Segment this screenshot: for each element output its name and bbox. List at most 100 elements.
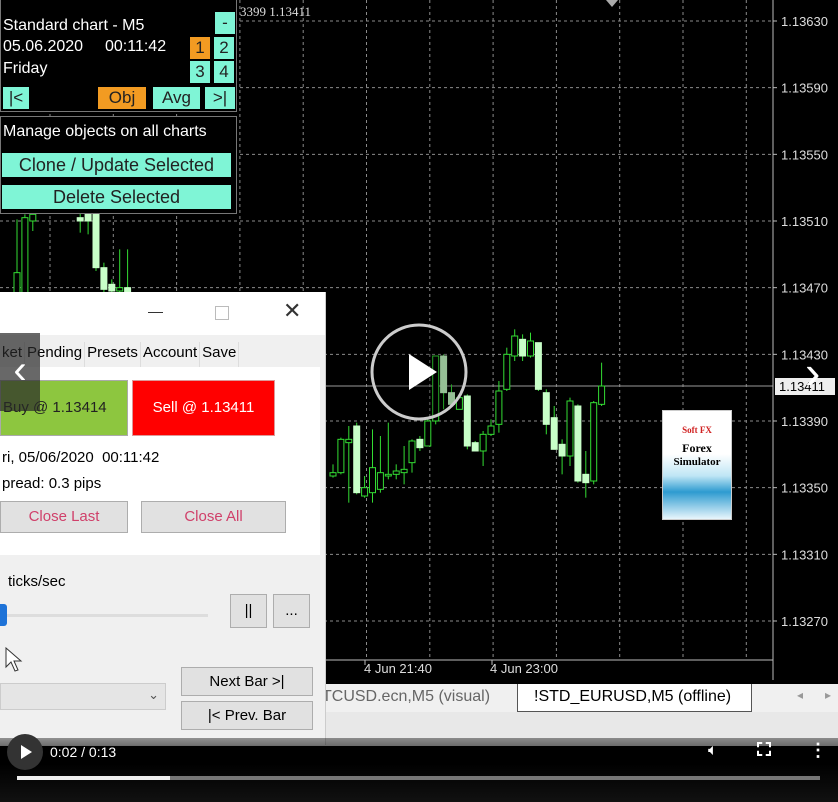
video-progress-played — [17, 776, 170, 780]
price-label: 1.13270 — [781, 614, 828, 629]
candle-body — [108, 283, 116, 292]
price-label: 1.13510 — [781, 214, 828, 229]
candle-body — [590, 402, 598, 482]
candle-body — [495, 390, 503, 425]
candle-body — [424, 420, 432, 447]
scroll-right-icon[interactable]: ▸ — [825, 688, 831, 702]
next-bar-button[interactable]: Next Bar >| — [181, 667, 313, 696]
first-bar-button[interactable]: |< — [3, 87, 29, 109]
tab-btcusd[interactable]: TCUSD.ecn,M5 (visual) — [322, 688, 490, 706]
chevron-down-icon: ⌄ — [148, 687, 159, 702]
chart-title: Standard chart - M5 — [3, 17, 145, 34]
objects-heading: Manage objects on all charts — [3, 123, 207, 140]
candle-body — [416, 438, 424, 449]
time-label: 4 Jun 21:40 — [364, 661, 432, 676]
video-time: 0:02 / 0:13 — [50, 744, 117, 760]
video-play-button[interactable] — [7, 734, 43, 770]
more-options-icon[interactable]: ⋮ — [809, 740, 827, 761]
candle-body — [511, 335, 519, 357]
prev-bar-button[interactable]: |< Prev. Bar — [181, 701, 313, 730]
candle-body — [550, 417, 558, 450]
close-icon[interactable]: ✕ — [283, 298, 301, 324]
tab-save[interactable]: Save — [200, 342, 240, 368]
candle-body — [582, 473, 590, 484]
day-text: Friday — [3, 60, 48, 77]
time-label: 4 Jun 23:00 — [490, 661, 558, 676]
spread-text: pread: 0.3 pips — [2, 475, 102, 492]
candle-body — [376, 472, 384, 490]
price-label: 1.13390 — [781, 414, 828, 429]
tab-presets[interactable]: Presets — [85, 342, 141, 368]
average-button[interactable]: Avg — [153, 87, 200, 109]
delete-selected-button[interactable]: Delete Selected — [2, 185, 231, 209]
chart-2-button[interactable]: 2 — [214, 37, 234, 59]
candle-body — [29, 213, 37, 222]
candle-body — [361, 487, 369, 497]
price-label: 1.13630 — [781, 14, 828, 29]
candle-body — [392, 470, 400, 475]
video-progress-bar[interactable] — [17, 776, 820, 780]
clone-update-button[interactable]: Clone / Update Selected — [2, 153, 231, 177]
candle-body — [84, 213, 92, 222]
dropdown-select[interactable]: ⌄ — [0, 683, 166, 710]
time-text: 00:11:42 — [105, 38, 167, 55]
fullscreen-icon[interactable] — [757, 742, 771, 756]
next-slide-button[interactable]: › — [805, 345, 820, 399]
tab-account[interactable]: Account — [140, 342, 201, 368]
info-panel: Standard chart - M5 05.06.2020 00:11:42 … — [0, 0, 237, 112]
market-panel: Buy @ 1.13414 Sell @ 1.13411 ri, 05/06/2… — [0, 367, 320, 555]
candle-body — [542, 392, 550, 425]
candle-body — [329, 472, 337, 477]
candle-body — [408, 440, 416, 464]
minimize-icon[interactable] — [148, 312, 163, 313]
last-bar-button[interactable]: >| — [205, 87, 235, 109]
logo-line2: Simulator — [673, 456, 721, 468]
sell-button[interactable]: Sell @ 1.13411 — [132, 380, 275, 436]
mouse-cursor-icon — [5, 647, 23, 672]
candle-body — [527, 340, 534, 357]
candle-body — [566, 400, 574, 457]
candle-body — [487, 425, 495, 435]
price-label: 1.13310 — [781, 547, 828, 562]
candle-body — [534, 342, 542, 390]
candle-body — [92, 212, 100, 269]
play-overlay-button[interactable] — [369, 322, 469, 422]
speed-slider[interactable] — [0, 604, 208, 626]
candle-body — [337, 438, 345, 474]
candle-body — [353, 425, 361, 494]
chart-3-button[interactable]: 3 — [190, 61, 210, 83]
volume-icon[interactable]: 🔈︎ — [708, 742, 718, 760]
candle-body — [76, 217, 84, 222]
candle-body — [345, 438, 353, 444]
previous-slide-button[interactable]: ‹ — [0, 333, 40, 411]
logo-line1: Forex — [682, 441, 712, 455]
price-label: 1.13590 — [781, 81, 828, 96]
pause-button[interactable]: || — [230, 594, 267, 628]
forex-simulator-logo: Soft FX Forex Simulator — [662, 410, 732, 520]
tab-eurusd-active[interactable]: !STD_EURUSD,M5 (offline) — [517, 684, 752, 712]
price-label: 1.13550 — [781, 147, 828, 162]
close-all-button[interactable]: Close All — [141, 501, 286, 533]
candle-body — [21, 217, 29, 294]
more-button[interactable]: ... — [273, 594, 310, 628]
candle-body — [503, 353, 511, 390]
speed-slider-thumb[interactable] — [0, 604, 7, 626]
candle-body — [574, 405, 582, 482]
price-label: 1.13470 — [781, 281, 828, 296]
datetime-text: ri, 05/06/2020 00:11:42 — [2, 449, 160, 466]
candle-body — [369, 467, 376, 494]
minimize-panel-button[interactable]: - — [215, 12, 235, 34]
scroll-left-icon[interactable]: ◂ — [797, 688, 803, 702]
candle-body — [116, 287, 124, 292]
candle-body — [400, 468, 408, 474]
candle-body — [558, 443, 566, 457]
objects-panel: Manage objects on all charts Clone / Upd… — [0, 116, 237, 214]
candle-body — [13, 272, 21, 294]
objects-button[interactable]: Obj — [98, 87, 146, 109]
candle-body — [384, 473, 392, 477]
close-last-button[interactable]: Close Last — [0, 501, 128, 533]
chart-1-button[interactable]: 1 — [190, 37, 210, 59]
chart-4-button[interactable]: 4 — [214, 61, 234, 83]
maximize-icon[interactable] — [215, 306, 229, 320]
date-text: 05.06.2020 — [3, 38, 84, 55]
